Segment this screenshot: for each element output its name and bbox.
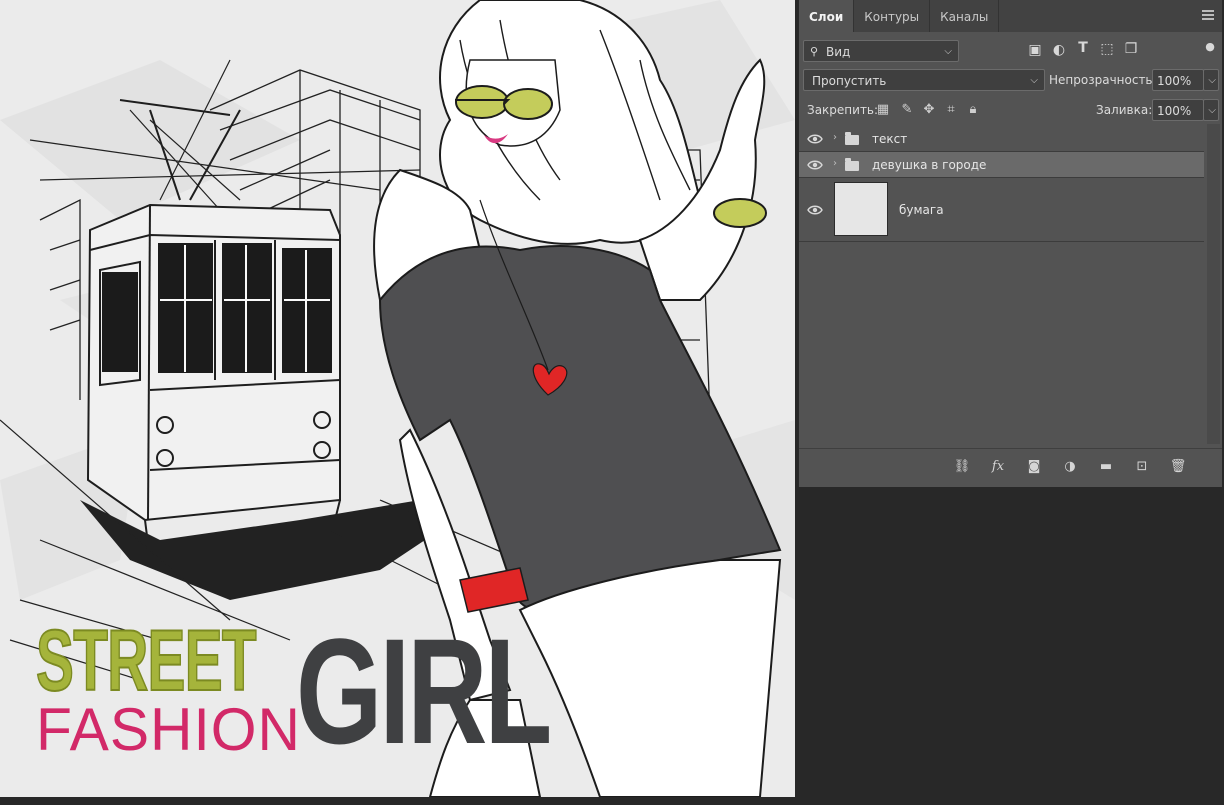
opacity-dropdown[interactable]: ⌵ xyxy=(1203,69,1219,91)
pixel-filter-icon[interactable]: ▣ xyxy=(1027,42,1043,58)
shape-filter-icon[interactable]: ⬚ xyxy=(1099,41,1115,57)
search-icon: ⚲ xyxy=(810,45,819,58)
layer-name: девушка в городе xyxy=(872,158,987,172)
panel-tabs: Слои Контуры Каналы xyxy=(799,0,1222,32)
layer-row[interactable]: › девушка в городе xyxy=(799,152,1204,178)
opacity-value: 100% xyxy=(1157,74,1192,88)
chevron-down-icon: ⌵ xyxy=(1208,105,1216,116)
lock-transparency-icon[interactable]: ▦ xyxy=(875,102,891,118)
tab-paths[interactable]: Контуры xyxy=(854,0,931,32)
new-layer-icon[interactable]: ⊡ xyxy=(1133,459,1151,475)
chevron-down-icon: ⌵ xyxy=(1208,75,1216,86)
girl-title: GIRL xyxy=(296,607,552,775)
fill-label: Заливка: xyxy=(1096,103,1153,117)
fill-input[interactable]: 100% xyxy=(1152,99,1204,121)
layer-name: бумага xyxy=(899,203,944,217)
layer-filter-label: Вид xyxy=(826,45,851,59)
layer-filter-select[interactable]: ⚲ Вид ⌵ xyxy=(803,40,959,62)
eye-icon[interactable] xyxy=(807,134,823,144)
layers-footer: ⛓ fx ◙ ◑ ▬ ⊡ 🗑︎ xyxy=(799,448,1222,487)
fill-dropdown[interactable]: ⌵ xyxy=(1203,99,1219,121)
adjustment-filter-icon[interactable]: ◐ xyxy=(1051,42,1067,58)
chevron-down-icon: ⌵ xyxy=(944,46,952,57)
layer-row[interactable]: › текст xyxy=(799,126,1204,152)
layers-scrollbar[interactable] xyxy=(1207,124,1220,444)
lock-position-icon[interactable]: ✥ xyxy=(921,102,937,118)
folder-icon xyxy=(845,158,859,171)
trash-icon[interactable]: 🗑︎ xyxy=(1169,459,1187,475)
tab-channels[interactable]: Каналы xyxy=(930,0,1000,32)
fx-icon[interactable]: fx xyxy=(989,459,1007,475)
chevron-right-icon[interactable]: › xyxy=(833,132,837,143)
lock-artboard-icon[interactable]: ⌗ xyxy=(943,102,959,118)
folder-icon xyxy=(845,132,859,145)
filter-toggle-icon[interactable]: ● xyxy=(1204,40,1216,53)
blend-mode-select[interactable]: Пропустить ⌵ xyxy=(803,69,1045,91)
mask-icon[interactable]: ◙ xyxy=(1025,459,1043,475)
link-icon[interactable]: ⛓ xyxy=(953,459,971,475)
lock-label: Закрепить: xyxy=(807,103,879,117)
opacity-input[interactable]: 100% xyxy=(1152,69,1204,91)
lock-all-icon[interactable]: 🔒︎ xyxy=(965,102,981,118)
layer-row[interactable]: бумага xyxy=(799,178,1204,242)
smart-object-filter-icon[interactable]: ❐ xyxy=(1123,41,1139,57)
fill-value: 100% xyxy=(1157,104,1192,118)
folder-icon[interactable]: ▬ xyxy=(1097,459,1115,475)
type-filter-icon[interactable]: T xyxy=(1075,40,1091,56)
status-strip xyxy=(0,797,1224,805)
adjustment-icon[interactable]: ◑ xyxy=(1061,459,1079,475)
lock-pixels-icon[interactable]: ✎ xyxy=(899,102,915,118)
layer-name: текст xyxy=(872,132,908,146)
document-canvas[interactable]: STREET FASHION GIRL xyxy=(0,0,795,797)
chevron-right-icon[interactable]: › xyxy=(833,158,837,169)
layers-panel: Слои Контуры Каналы ⚲ Вид ⌵ ▣ ◐ T ⬚ ❐ ● … xyxy=(798,0,1222,487)
blend-mode-value: Пропустить xyxy=(812,74,887,88)
street-title: STREET xyxy=(35,613,257,709)
layer-thumbnail xyxy=(834,182,888,236)
chevron-down-icon: ⌵ xyxy=(1030,75,1038,86)
eye-icon[interactable] xyxy=(807,160,823,170)
tab-layers[interactable]: Слои xyxy=(799,0,855,32)
fashion-title: FASHION xyxy=(36,696,301,763)
opacity-label: Непрозрачность: xyxy=(1049,73,1157,87)
panel-menu-icon[interactable] xyxy=(1202,10,1214,22)
eye-icon[interactable] xyxy=(807,205,823,215)
